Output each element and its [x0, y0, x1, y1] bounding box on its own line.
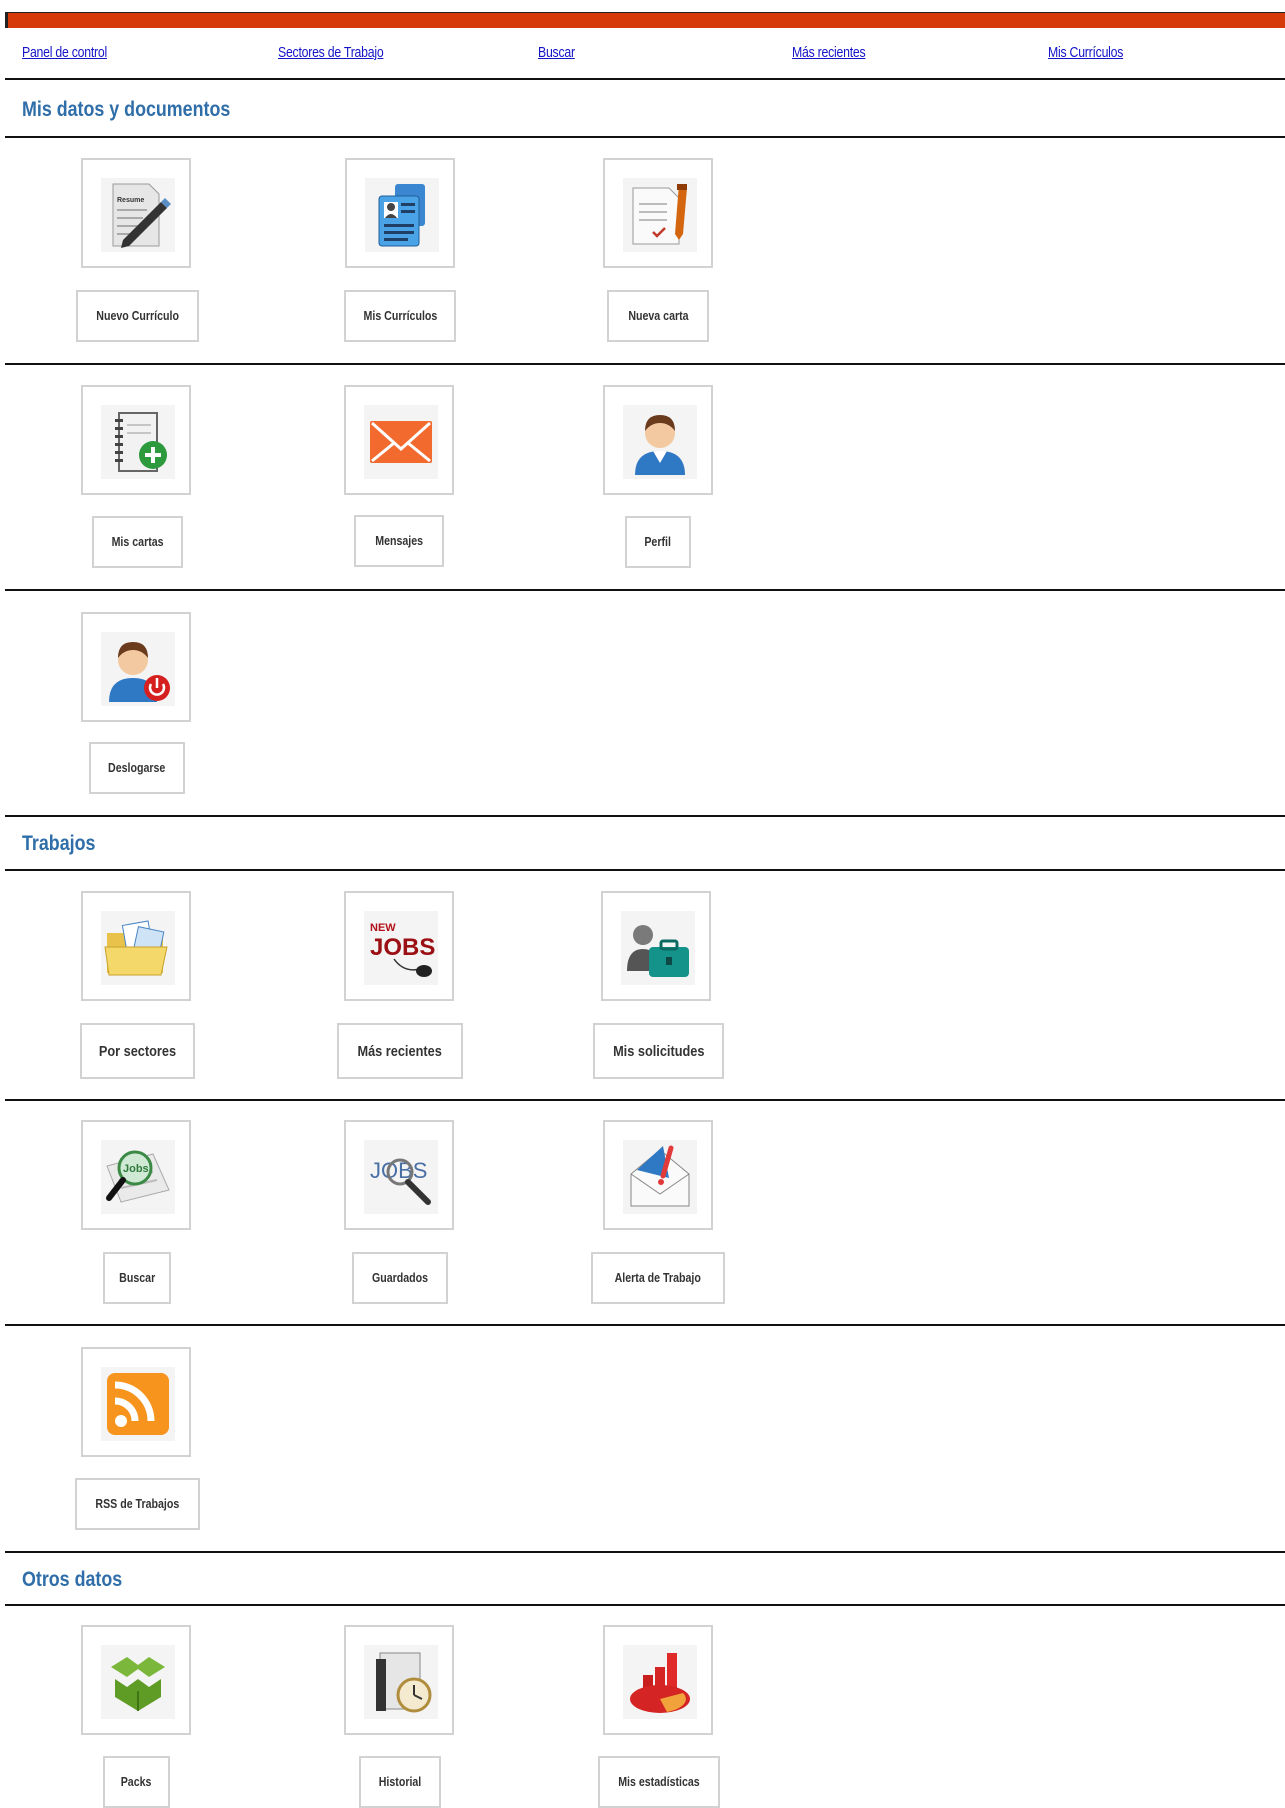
tile-mis-curriculos[interactable] [345, 158, 455, 268]
label-perfil[interactable]: Perfil [625, 516, 691, 568]
label-mis-solicitudes[interactable]: Mis solicitudes [593, 1023, 724, 1079]
tile-perfil[interactable] [603, 385, 713, 495]
divider [5, 1099, 1285, 1101]
tile-mas-recientes[interactable]: NEW JOBS [344, 891, 454, 1001]
divider [5, 363, 1285, 365]
tile-guardados[interactable]: JOBS [344, 1120, 454, 1230]
section-title-mis-datos: Mis datos y documentos [22, 98, 231, 121]
tile-deslogarse[interactable] [81, 612, 191, 722]
jobs-search-text: JOBS [370, 1158, 427, 1183]
label-text: Más recientes [357, 1042, 443, 1060]
tile-packs[interactable] [81, 1625, 191, 1735]
tile-mis-cartas[interactable] [81, 385, 191, 495]
user-briefcase-icon [621, 911, 695, 985]
label-text: Packs [121, 1775, 152, 1789]
label-text: Mis solicitudes [612, 1042, 705, 1060]
label-por-sectores[interactable]: Por sectores [80, 1023, 195, 1079]
tile-nueva-carta[interactable] [603, 158, 713, 268]
label-packs[interactable]: Packs [103, 1756, 170, 1808]
top-nav: Panel de control Sectores de Trabajo Bus… [0, 44, 1285, 68]
divider [5, 1604, 1285, 1606]
section-title-otros-datos: Otros datos [22, 1568, 123, 1591]
divider [5, 78, 1285, 80]
label-deslogarse[interactable]: Deslogarse [89, 742, 185, 794]
tile-buscar[interactable]: Jobs [81, 1120, 191, 1230]
nav-mis-curriculos[interactable]: Mis Currículos [1048, 44, 1123, 61]
resume-pen-icon: Resume [101, 178, 175, 252]
folder-documents-icon [101, 911, 175, 985]
newspaper-jobs-text: Jobs [123, 1163, 149, 1175]
divider [5, 869, 1285, 871]
tile-mis-estadisticas[interactable] [603, 1625, 713, 1735]
divider [5, 136, 1285, 138]
tile-mis-solicitudes[interactable] [601, 891, 711, 1001]
box-icon [101, 1645, 175, 1719]
user-icon [623, 405, 697, 479]
history-folder-icon [364, 1645, 438, 1719]
statistics-chart-icon [623, 1645, 697, 1719]
label-buscar[interactable]: Buscar [103, 1252, 171, 1304]
id-cards-icon [365, 178, 439, 252]
label-mis-curriculos[interactable]: Mis Currículos [344, 290, 456, 342]
label-alerta-de-trabajo[interactable]: Alerta de Trabajo [591, 1252, 725, 1304]
label-nueva-carta[interactable]: Nueva carta [607, 290, 709, 342]
label-text: Mis Currículos [363, 309, 437, 323]
new-label-text: NEW [370, 922, 396, 934]
nav-sectores-de-trabajo[interactable]: Sectores de Trabajo [278, 44, 384, 61]
tile-alerta-de-trabajo[interactable] [603, 1120, 713, 1230]
tile-por-sectores[interactable] [81, 891, 191, 1001]
jobs-label-text: JOBS [370, 934, 435, 961]
label-mas-recientes[interactable]: Más recientes [337, 1023, 463, 1079]
label-mis-estadisticas[interactable]: Mis estadísticas [598, 1756, 720, 1808]
divider [5, 1551, 1285, 1553]
divider [5, 815, 1285, 817]
label-text: Historial [378, 1775, 422, 1789]
label-rss-de-trabajos[interactable]: RSS de Trabajos [75, 1478, 200, 1530]
new-jobs-icon: NEW JOBS [364, 911, 438, 985]
nav-mas-recientes[interactable]: Más recientes [792, 44, 866, 61]
newspaper-magnifier-icon: Jobs [101, 1140, 175, 1214]
label-mensajes[interactable]: Mensajes [354, 515, 444, 567]
divider [5, 589, 1285, 591]
tile-historial[interactable] [344, 1625, 454, 1735]
label-text: Nueva carta [627, 309, 689, 323]
resume-doc-text: Resume [117, 197, 144, 204]
envelope-icon [364, 405, 438, 479]
tile-rss-de-trabajos[interactable] [81, 1347, 191, 1457]
label-guardados[interactable]: Guardados [352, 1252, 448, 1304]
notebook-add-icon [101, 405, 175, 479]
label-text: Alerta de Trabajo [614, 1271, 702, 1285]
label-text: Nuevo Currículo [96, 309, 179, 323]
label-text: Perfil [644, 535, 672, 549]
label-text: Guardados [371, 1271, 429, 1285]
label-text: Buscar [118, 1271, 156, 1285]
nav-buscar[interactable]: Buscar [538, 44, 575, 61]
label-text: RSS de Trabajos [95, 1497, 180, 1511]
top-accent-bar [5, 12, 1285, 28]
rss-icon [101, 1367, 175, 1441]
label-nuevo-curriculo[interactable]: Nuevo Currículo [76, 290, 199, 342]
tile-mensajes[interactable] [344, 385, 454, 495]
letter-pen-icon [623, 178, 697, 252]
alert-envelope-icon [623, 1140, 697, 1214]
label-text: Deslogarse [108, 761, 166, 775]
label-text: Por sectores [98, 1042, 177, 1060]
label-historial[interactable]: Historial [359, 1756, 441, 1808]
user-logout-icon [101, 632, 175, 706]
tile-nuevo-curriculo[interactable]: Resume [81, 158, 191, 268]
label-text: Mis estadísticas [618, 1775, 700, 1789]
label-text: Mis cartas [111, 535, 164, 549]
divider [5, 1324, 1285, 1326]
label-text: Mensajes [375, 534, 423, 548]
jobs-magnifier-icon: JOBS [364, 1140, 438, 1214]
nav-panel-de-control[interactable]: Panel de control [22, 44, 107, 61]
label-mis-cartas[interactable]: Mis cartas [92, 516, 183, 568]
section-title-trabajos: Trabajos [22, 832, 96, 855]
